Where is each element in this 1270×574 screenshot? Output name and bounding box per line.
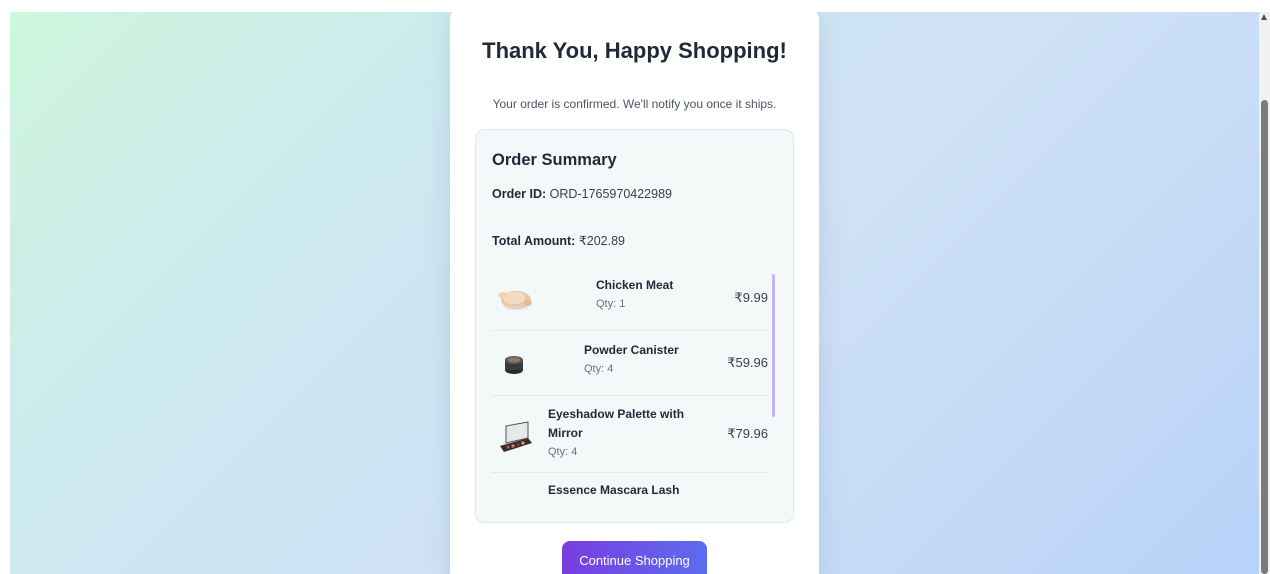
order-items-list[interactable]: Chicken Meat Qty: 1 ₹9.99 Powder Caniste… [492, 266, 768, 496]
scroll-up-arrow-icon[interactable] [1261, 14, 1267, 20]
order-summary: Order Summary Order ID: ORD-176597042298… [475, 129, 794, 523]
total-amount-value: ₹202.89 [578, 234, 625, 248]
order-id-label: Order ID: [492, 187, 547, 201]
item-name: Powder Canister [584, 343, 679, 357]
item-price: ₹59.96 [727, 355, 768, 370]
order-summary-title: Order Summary [492, 151, 617, 169]
list-item: Eyeshadow Palette with Mirror Qty: 4 ₹79… [492, 396, 768, 473]
page-viewport: Thank You, Happy Shopping! Your order is… [10, 12, 1259, 574]
scroll-thumb[interactable] [1261, 100, 1268, 574]
item-qty: Qty: 4 [584, 363, 614, 375]
chicken-meat-icon [494, 278, 534, 318]
item-name: Eyeshadow Palette with Mirror [548, 407, 685, 440]
item-price: ₹9.99 [734, 290, 768, 305]
list-item: Essence Mascara Lash [492, 473, 768, 496]
continue-shopping-button[interactable]: Continue Shopping [562, 541, 707, 574]
item-qty: Qty: 4 [548, 446, 578, 458]
order-id-line: Order ID: ORD-1765970422989 [492, 187, 672, 201]
page-title: Thank You, Happy Shopping! [482, 38, 787, 63]
confirmation-message: Your order is confirmed. We'll notify yo… [492, 97, 777, 111]
eyeshadow-palette-icon [494, 416, 534, 456]
total-amount-line: Total Amount: ₹202.89 [492, 233, 625, 248]
total-amount-label: Total Amount: [492, 234, 576, 248]
order-id-value: ORD-1765970422989 [549, 187, 672, 201]
page-scrollbar[interactable] [1259, 12, 1270, 574]
item-price: ₹79.96 [727, 426, 768, 441]
item-name: Essence Mascara Lash [548, 483, 680, 496]
order-confirmation-card: Thank You, Happy Shopping! Your order is… [450, 12, 819, 574]
items-scrollbar[interactable] [772, 274, 775, 417]
powder-canister-icon [494, 343, 534, 383]
list-item: Chicken Meat Qty: 1 ₹9.99 [492, 266, 768, 331]
item-name: Chicken Meat [596, 278, 674, 292]
list-item: Powder Canister Qty: 4 ₹59.96 [492, 331, 768, 396]
item-qty: Qty: 1 [596, 298, 626, 310]
